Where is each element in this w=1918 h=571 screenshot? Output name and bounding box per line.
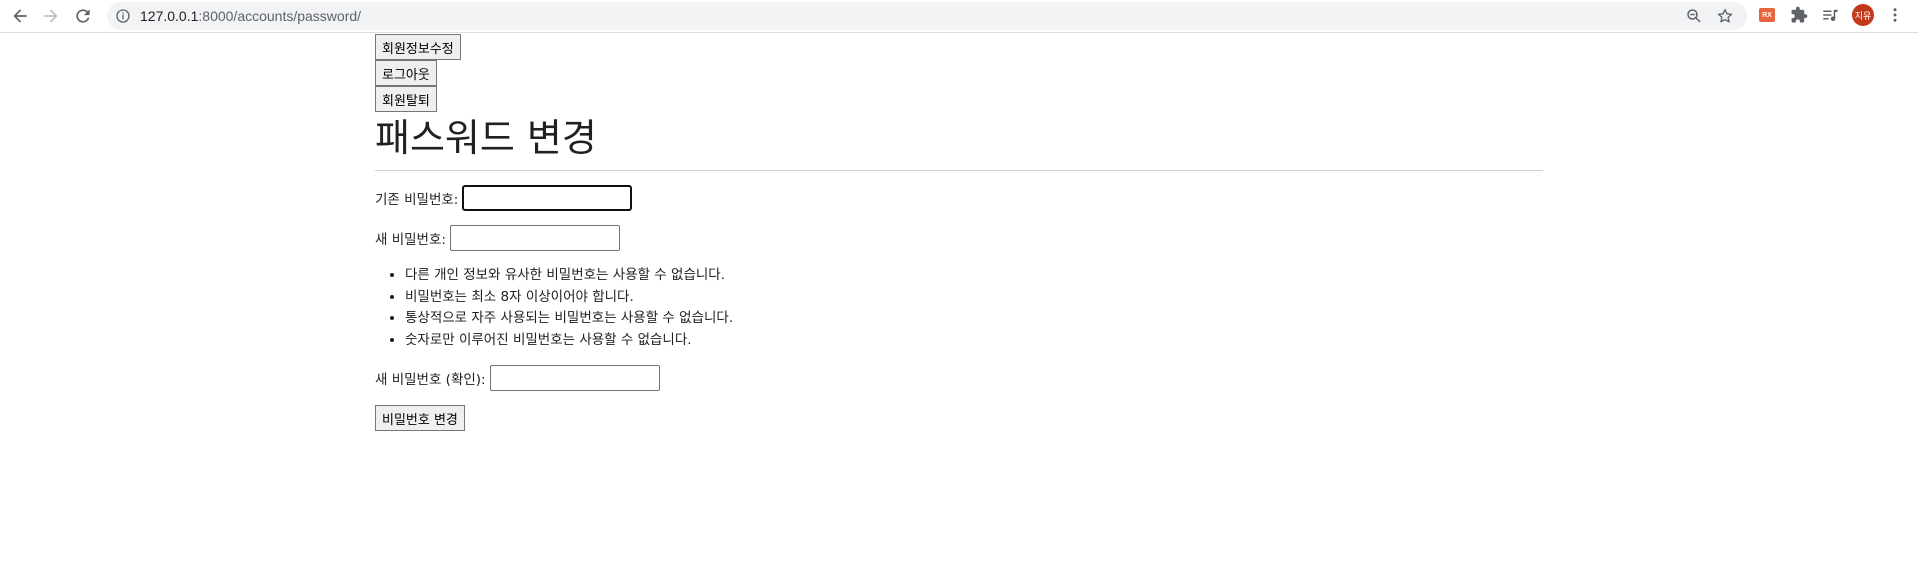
star-icon[interactable]: [1716, 7, 1734, 25]
delete-account-button[interactable]: 회원탈퇴: [375, 86, 437, 112]
reload-icon[interactable]: [71, 4, 95, 28]
list-item: 비밀번호는 최소 8자 이상이어야 합니다.: [405, 287, 1543, 309]
old-password-label: 기존 비밀번호:: [375, 192, 459, 208]
submit-wrap: 비밀번호 변경: [375, 405, 1543, 431]
extension-rx-badge: RX: [1759, 8, 1775, 22]
forward-arrow-icon[interactable]: [39, 4, 63, 28]
info-icon[interactable]: [115, 8, 131, 24]
browser-toolbar: 127.0.0.1:8000/accounts/password/ RX 지유: [0, 0, 1918, 33]
confirm-password-row: 새 비밀번호 (확인):: [375, 365, 1543, 391]
new-password-label: 새 비밀번호:: [375, 232, 446, 248]
extension-rx-icon[interactable]: RX: [1757, 5, 1777, 25]
divider: [375, 170, 1543, 171]
edit-profile-button[interactable]: 회원정보수정: [375, 34, 461, 60]
confirm-password-label: 새 비밀번호 (확인):: [375, 372, 486, 388]
url-path: :8000/accounts/password/: [198, 8, 362, 24]
change-password-button[interactable]: 비밀번호 변경: [375, 405, 465, 431]
kebab-menu-icon[interactable]: [1885, 5, 1905, 25]
password-help-list: 다른 개인 정보와 유사한 비밀번호는 사용할 수 없습니다. 비밀번호는 최소…: [375, 265, 1543, 351]
puzzle-icon[interactable]: [1789, 5, 1809, 25]
url-host: 127.0.0.1: [140, 8, 199, 24]
page-content: 회원정보수정 로그아웃 회원탈퇴 패스워드 변경 기존 비밀번호: 새 비밀번호…: [375, 34, 1543, 431]
back-arrow-icon[interactable]: [8, 4, 32, 28]
profile-avatar[interactable]: 지유: [1852, 4, 1874, 26]
new-password-input[interactable]: [449, 225, 620, 251]
page-title: 패스워드 변경: [375, 116, 597, 160]
url-text[interactable]: 127.0.0.1:8000/accounts/password/: [140, 8, 361, 24]
new-password-row: 새 비밀번호:: [375, 225, 1543, 251]
old-password-row: 기존 비밀번호:: [375, 185, 1543, 211]
old-password-input[interactable]: [462, 185, 633, 211]
zoom-icon[interactable]: [1685, 7, 1703, 25]
list-item: 숫자로만 이루어진 비밀번호는 사용할 수 없습니다.: [405, 330, 1543, 352]
logout-button[interactable]: 로그아웃: [375, 60, 437, 86]
list-item: 통상적으로 자주 사용되는 비밀번호는 사용할 수 없습니다.: [405, 308, 1543, 330]
list-item: 다른 개인 정보와 유사한 비밀번호는 사용할 수 없습니다.: [405, 265, 1543, 287]
address-bar[interactable]: 127.0.0.1:8000/accounts/password/: [107, 2, 1747, 30]
confirm-password-input[interactable]: [489, 365, 660, 391]
reading-list-icon[interactable]: [1820, 5, 1840, 25]
